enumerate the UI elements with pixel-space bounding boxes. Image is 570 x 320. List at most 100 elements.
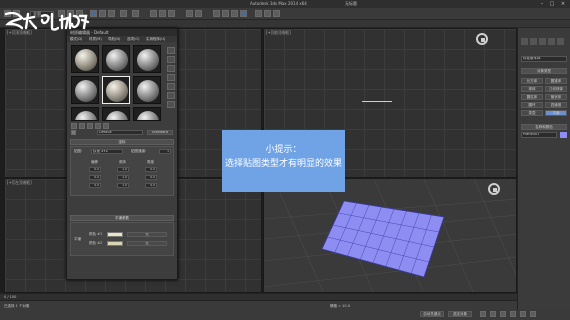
tiling-z-spinner[interactable]: 1.0 — [117, 183, 129, 188]
background-icon[interactable] — [167, 65, 175, 72]
pick-material-icon[interactable] — [71, 130, 76, 135]
time-slider[interactable]: 0 / 100 — [0, 293, 517, 300]
offset-z-spinner[interactable]: 0.0 — [89, 183, 101, 188]
pivot-icon[interactable] — [132, 10, 139, 17]
offset-x-spinner[interactable]: 0.0 — [89, 167, 101, 172]
color2-map-button[interactable]: 无 — [127, 241, 167, 246]
map-channel-spinner[interactable]: 1 — [159, 149, 171, 154]
menu-modes[interactable]: 模式(D) — [70, 37, 82, 42]
viewcube-icon[interactable] — [488, 183, 500, 195]
coordinates-rollout-header[interactable]: 坐标 — [70, 139, 174, 145]
material-type-button[interactable]: Standard — [147, 130, 173, 135]
close-icon[interactable]: × — [559, 1, 567, 7]
offset-y-spinner[interactable]: 0.0 — [89, 175, 101, 180]
material-name-field[interactable]: Default — [97, 130, 143, 135]
create-tab-icon[interactable] — [521, 38, 528, 45]
reset-map-icon[interactable] — [87, 123, 93, 129]
play-icon[interactable] — [480, 311, 486, 317]
menu-navigation[interactable]: 导航(N) — [108, 37, 120, 42]
name-color-header[interactable]: 名称和颜色 — [521, 124, 567, 130]
go-parent-icon[interactable] — [103, 123, 109, 129]
schematic-icon[interactable] — [231, 10, 238, 17]
render-setup-icon[interactable] — [255, 10, 262, 17]
object-color-swatch[interactable] — [560, 132, 567, 138]
viewcube-icon[interactable] — [476, 33, 488, 45]
plane-button[interactable]: 平面 — [545, 110, 567, 116]
material-slot[interactable] — [133, 76, 161, 104]
align-icon[interactable] — [195, 10, 202, 17]
snap-icon[interactable] — [150, 10, 157, 17]
modify-tab-icon[interactable] — [530, 38, 537, 45]
box-button[interactable]: 长方体 — [521, 78, 543, 84]
pan-icon[interactable] — [510, 311, 516, 317]
sample-type-icon[interactable] — [167, 47, 175, 54]
teapot-button[interactable]: 茶壶 — [521, 110, 543, 116]
tiling-params-rollout-header[interactable]: 平铺参数 — [70, 215, 174, 221]
cone-button[interactable]: 圆锥体 — [545, 78, 567, 84]
reference-coord-icon[interactable] — [120, 10, 127, 17]
material-slot[interactable] — [71, 76, 99, 104]
color1-swatch[interactable] — [107, 232, 123, 237]
select-by-material-icon[interactable] — [167, 101, 175, 108]
percent-snap-icon[interactable] — [168, 10, 175, 17]
color1-map-button[interactable]: 无 — [127, 232, 167, 237]
assign-material-icon[interactable] — [79, 123, 85, 129]
angle-y-spinner[interactable]: 0.0 — [145, 175, 157, 180]
plane-object[interactable] — [321, 200, 445, 278]
angle-snap-icon[interactable] — [159, 10, 166, 17]
tiling-y-spinner[interactable]: 1.0 — [117, 175, 129, 180]
uv-tiling-icon[interactable] — [167, 74, 175, 81]
material-slot[interactable] — [133, 107, 161, 121]
layer-icon[interactable] — [213, 10, 220, 17]
menu-options[interactable]: 选项(O) — [127, 37, 140, 42]
maximize-icon[interactable]: □ — [548, 1, 556, 7]
autokey-button[interactable]: 自动关键点 — [420, 311, 444, 317]
material-slot[interactable] — [71, 45, 99, 73]
hierarchy-tab-icon[interactable] — [539, 38, 546, 45]
geosphere-button[interactable]: 几何球体 — [545, 86, 567, 92]
rotate-icon[interactable] — [99, 10, 106, 17]
minimize-icon[interactable]: – — [538, 1, 546, 7]
menu-material[interactable]: 材质(M) — [89, 37, 102, 42]
category-dropdown[interactable]: 标准基本体 — [521, 56, 567, 62]
backlight-icon[interactable] — [167, 56, 175, 63]
selected-dropdown[interactable]: 选定对象 — [448, 311, 472, 317]
color2-swatch[interactable] — [107, 241, 123, 246]
tube-button[interactable]: 管状体 — [545, 94, 567, 100]
options-icon[interactable] — [167, 92, 175, 99]
scale-icon[interactable] — [108, 10, 115, 17]
viewport-perspective[interactable]: [+][透视][真实] — [263, 178, 517, 293]
material-slot[interactable] — [102, 45, 130, 73]
cylinder-button[interactable]: 圆柱体 — [521, 94, 543, 100]
color2-label: 颜色 #2 — [89, 241, 103, 245]
render-frame-icon[interactable] — [264, 10, 271, 17]
object-type-header[interactable]: 对象类型 — [521, 68, 567, 74]
sphere-button[interactable]: 球体 — [521, 86, 543, 92]
render-icon[interactable] — [273, 10, 280, 17]
material-slot-active[interactable] — [102, 76, 130, 104]
curve-editor-icon[interactable] — [222, 10, 229, 17]
torus-button[interactable]: 圆环 — [521, 102, 543, 108]
material-slot[interactable] — [102, 107, 130, 121]
maximize-viewport-icon[interactable] — [530, 311, 536, 317]
object-name-field[interactable]: Plane001 — [521, 132, 557, 138]
material-slot[interactable] — [133, 45, 161, 73]
get-material-icon[interactable] — [71, 123, 77, 129]
zoom-icon[interactable] — [500, 311, 506, 317]
material-editor-icon[interactable] — [240, 10, 247, 17]
material-slot[interactable] — [71, 107, 99, 121]
pyramid-button[interactable]: 四棱锥 — [545, 102, 567, 108]
mirror-icon[interactable] — [186, 10, 193, 17]
angle-z-spinner[interactable]: 0.0 — [145, 183, 157, 188]
menu-utilities[interactable]: 实用程序(U) — [146, 37, 165, 42]
next-frame-icon[interactable] — [490, 311, 496, 317]
move-icon[interactable] — [90, 10, 97, 17]
orbit-icon[interactable] — [520, 311, 526, 317]
motion-tab-icon[interactable] — [548, 38, 555, 45]
display-tab-icon[interactable] — [557, 38, 564, 45]
tiling-x-spinner[interactable]: 1.0 — [117, 167, 129, 172]
show-map-icon[interactable] — [95, 123, 101, 129]
angle-x-spinner[interactable]: 0.0 — [145, 167, 157, 172]
map-type-dropdown[interactable]: 纹理 XYZ — [91, 149, 123, 154]
video-check-icon[interactable] — [167, 83, 175, 90]
